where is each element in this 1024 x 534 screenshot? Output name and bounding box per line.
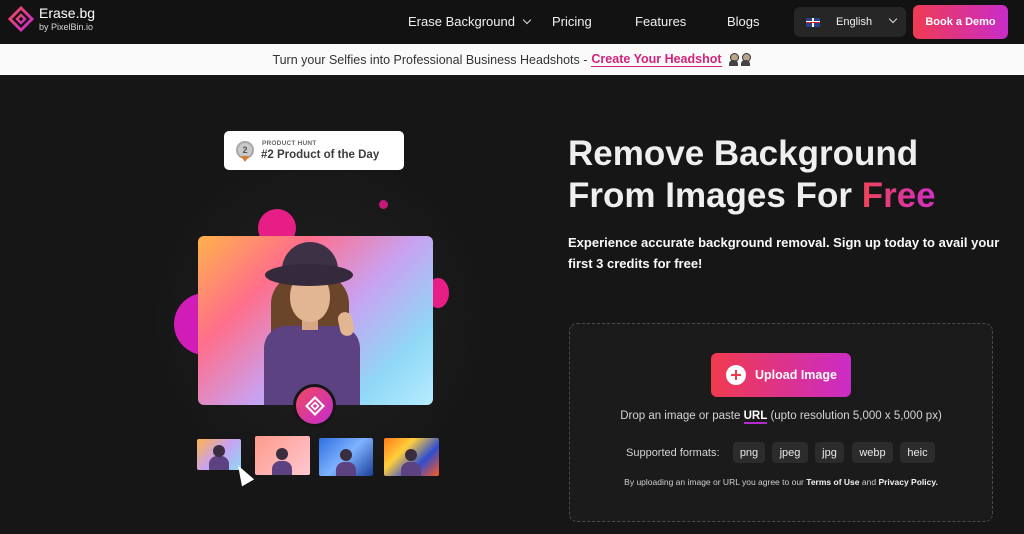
uk-flag-icon: [806, 17, 820, 27]
product-hunt-rank: #2 Product of the Day: [261, 149, 380, 161]
decorative-blob: [379, 200, 388, 209]
chevron-down-icon: [522, 15, 532, 25]
sample-thumbnail[interactable]: [255, 436, 310, 475]
sample-thumbnail[interactable]: [319, 438, 373, 476]
create-headshot-link[interactable]: Create Your Headshot: [591, 52, 722, 67]
upload-image-button[interactable]: Upload Image: [711, 353, 851, 397]
announcement-text: Turn your Selfies into Professional Busi…: [272, 52, 588, 67]
format-tag: jpg: [815, 442, 844, 463]
product-hunt-label: PRODUCT HUNT: [262, 140, 317, 147]
hero-title-line2: From Images For: [568, 176, 852, 215]
hero-sample-image: [198, 236, 433, 405]
nav-blogs[interactable]: Blogs: [727, 14, 760, 29]
format-tag: jpeg: [772, 442, 808, 463]
nav-label: Erase Background: [408, 14, 515, 29]
sample-thumbnail[interactable]: [384, 438, 439, 476]
format-tag: webp: [852, 442, 893, 463]
logo[interactable]: Erase.bg by PixelBin.io: [8, 6, 95, 32]
drop-instructions: Drop an image or paste URL (upto resolut…: [569, 410, 993, 424]
erase-bg-badge-icon: [296, 387, 333, 424]
logo-name: Erase.bg: [39, 5, 96, 21]
announcement-bar: Turn your Selfies into Professional Busi…: [0, 44, 1024, 75]
language-label: English: [836, 16, 873, 28]
top-navbar: Erase.bg by PixelBin.io Erase Background…: [0, 0, 1024, 44]
hero-subtitle: Experience accurate background removal. …: [568, 235, 1000, 271]
logo-subtitle: by PixelBin.io: [39, 22, 94, 32]
nav-pricing[interactable]: Pricing: [552, 14, 592, 29]
chevron-down-icon: [888, 14, 898, 24]
privacy-policy-link[interactable]: Privacy Policy.: [878, 477, 937, 487]
nav-features[interactable]: Features: [635, 14, 686, 29]
terms-and: and: [861, 477, 877, 487]
plus-icon: [726, 365, 746, 385]
hero-title-highlight: Free: [861, 176, 936, 215]
erase-bg-logo-icon: [8, 6, 34, 32]
terms-of-use-link[interactable]: Terms of Use: [806, 477, 859, 487]
book-demo-button[interactable]: Book a Demo: [913, 5, 1008, 39]
format-tag: png: [733, 442, 765, 463]
upload-button-label: Upload Image: [755, 368, 837, 382]
terms-notice: By uploading an image or URL you agree t…: [569, 477, 993, 487]
hero-title-line1: Remove Background: [568, 134, 919, 173]
paste-url-link[interactable]: URL: [743, 410, 768, 424]
language-selector[interactable]: English: [794, 7, 906, 37]
resolution-text: (upto resolution 5,000 x 5,000 px): [770, 410, 942, 422]
sample-thumbnail[interactable]: [197, 439, 241, 470]
supported-formats-label: Supported formats:: [626, 447, 720, 459]
hero-title: Remove Background From Images For Free: [568, 133, 936, 217]
people-icon: [728, 53, 752, 66]
nav-erase-background[interactable]: Erase Background: [408, 14, 532, 29]
medal-ribbon-icon: [241, 156, 249, 162]
drop-text: Drop an image or paste: [620, 410, 741, 422]
terms-text: By uploading an image or URL you agree t…: [624, 477, 804, 487]
format-tag: heic: [900, 442, 935, 463]
